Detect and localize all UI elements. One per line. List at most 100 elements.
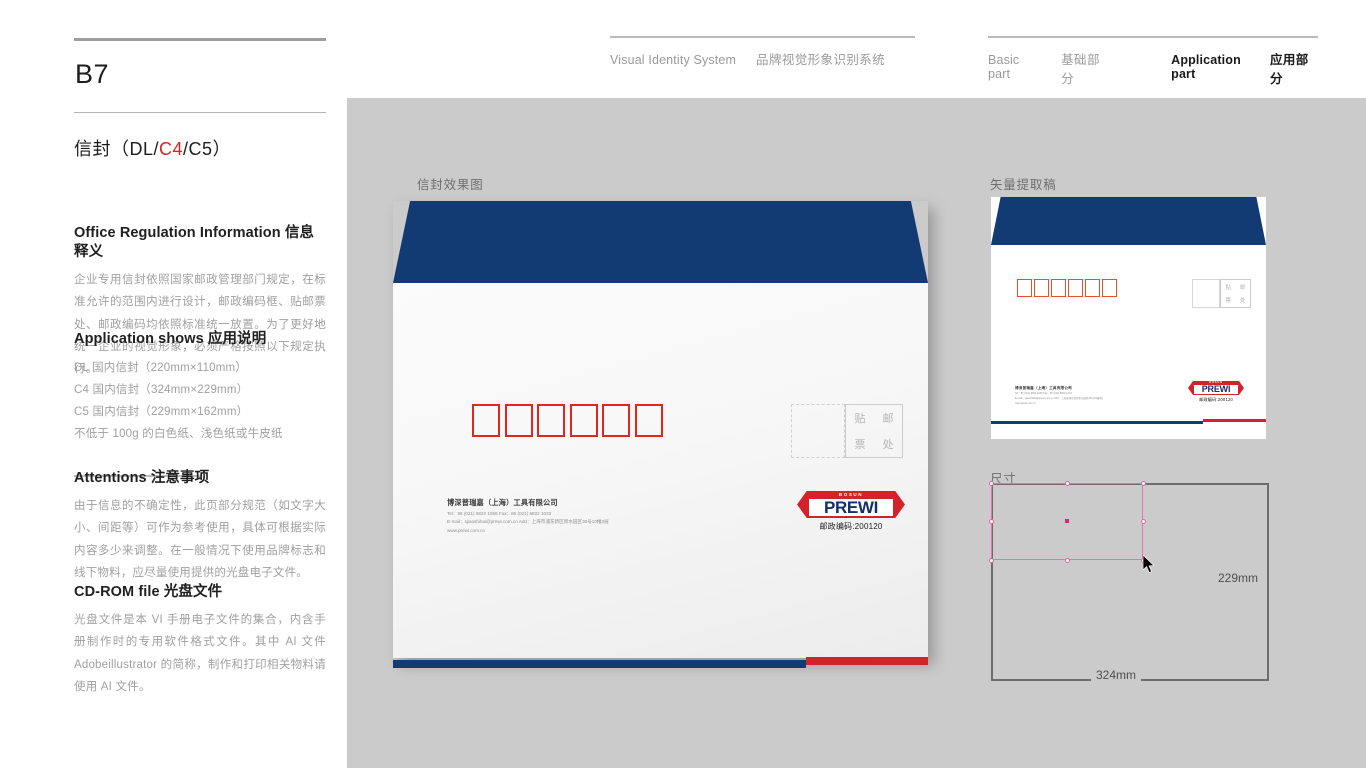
list-item: C4 国内信封（324mm×229mm） [74, 383, 249, 396]
postal-code-box [569, 404, 598, 437]
section-heading-en: Attentions [74, 470, 151, 486]
envelope-vector: 贴 邮 票 处 博深普瑞嘉（上海）工具有限公司 Tel：86 (021) 682… [991, 197, 1266, 439]
postal-code-box [1034, 279, 1049, 297]
postal-code-box [1051, 279, 1066, 297]
header-basic-cn[interactable]: 基础部分 [1061, 49, 1109, 87]
section-body: 光盘文件是本 VI 手册电子文件的集合，内含手册制作时的专用软件格式文件。其中 … [74, 613, 326, 694]
anchor-handle[interactable] [1064, 557, 1070, 563]
anchor-handle[interactable] [1064, 480, 1070, 486]
page-title: 信封（DL/C4/C5） [74, 135, 326, 161]
stamp-label-box: 贴 邮 票 处 [1220, 279, 1251, 308]
corp-email: E-mail：sjiaoshihai@prewi.com.cn Add：上海市浦… [1015, 396, 1103, 400]
brand-logo: BOSUN PREWI 邮政编码:200120 [797, 491, 905, 532]
stamp-char: 处 [1239, 298, 1246, 305]
stamp-char: 贴 [1225, 284, 1231, 291]
header-app-en[interactable]: Application part [1171, 53, 1262, 81]
section-heading-en: Office Regulation Information [74, 225, 285, 241]
postal-code-box [602, 404, 630, 437]
postal-code-box [634, 404, 663, 437]
logo-arrow-shape: BOSUN PREWI [1188, 381, 1244, 395]
postal-code-box [1102, 279, 1117, 297]
envelope-flap [991, 197, 1266, 245]
stamp-char: 票 [1225, 298, 1231, 305]
section-heading-en: Application shows [74, 331, 208, 347]
anchor-handle[interactable] [988, 557, 994, 563]
postal-code-box [1085, 279, 1100, 297]
section-application-shows: Application shows 应用说明 DL 国内信封（220mm×110… [74, 330, 326, 445]
center-point [1065, 519, 1069, 523]
postal-code-boxes [472, 404, 667, 437]
zip-label: 邮政编码:200120 [819, 522, 883, 531]
section-heading-cn: 应用说明 [207, 331, 267, 347]
section-heading: Office Regulation Information 信息释义 [74, 224, 326, 262]
page-title-pre: 信封（DL/ [74, 139, 160, 159]
section-cdrom-file: CD-ROM file 光盘文件 光盘文件是本 VI 手册电子文件的集合，内含手… [74, 583, 326, 699]
section-attentions: Attentions 注意事项 由于信息的不确定性，此页部分规范（如文字大小、间… [74, 469, 326, 585]
envelope-mockup: 贴 邮 票 处 博深普瑞嘉（上海）工具有限公司 Tel：86 (021) 682… [393, 201, 928, 668]
mouse-cursor-icon [1142, 554, 1156, 574]
stamp-char: 票 [854, 439, 866, 451]
corp-email: E-mail：sjiaoshihai@prewi.com.cn Add：上海市浦… [447, 519, 609, 525]
envelope-flap [393, 201, 928, 283]
anchor-handle[interactable] [988, 480, 994, 486]
corp-web: www.prewi.com.cn [447, 527, 486, 533]
label-vector: 矢量提取稿 [990, 178, 1057, 192]
corporate-info: 博深普瑞嘉（上海）工具有限公司 Tel：86 (021) 6822 1059 F… [1015, 386, 1103, 406]
section-heading: Application shows 应用说明 [74, 330, 326, 349]
postal-code-box [504, 404, 533, 437]
bottom-stripe [991, 419, 1266, 425]
left-info-column: B7 信封（DL/C4/C5） Office Regulation Inform… [74, 38, 326, 693]
stamp-char: 邮 [1239, 284, 1246, 291]
stripe-red [1203, 419, 1266, 422]
zip-label: 邮政编码:200120 [1198, 397, 1234, 402]
stripe-red [806, 657, 928, 665]
logo-prewi-text: PREWI [809, 498, 893, 516]
logo-arrow-shape: BOSUN PREWI [797, 491, 905, 518]
postal-code-box [1068, 279, 1083, 297]
corp-name: 博深普瑞嘉（上海）工具有限公司 [1015, 386, 1072, 390]
list-item: C5 国内信封（229mm×162mm） [74, 406, 249, 418]
envelope-body: 贴 邮 票 处 博深普瑞嘉（上海）工具有限公司 Tel：86 (021) 682… [393, 283, 928, 668]
diagram-edge-right [1267, 483, 1269, 681]
header-basic-en[interactable]: Basic part [988, 53, 1041, 81]
anchor-handle[interactable] [1140, 518, 1146, 524]
header-vis-en: Visual Identity System [610, 53, 737, 67]
top-divider [74, 38, 326, 41]
corp-name: 博深普瑞嘉（上海）工具有限公司 [447, 498, 558, 507]
section-heading-cn: 注意事项 [150, 470, 210, 486]
stripe-blue [991, 421, 1203, 424]
section-heading-en: CD-ROM file [74, 584, 164, 600]
size-diagram: 229mm 324mm [988, 480, 1269, 683]
header-group-parts: Basic part 基础部分 Application part 应用部分 [988, 36, 1318, 87]
logo-prewi-text: PREWI [1194, 385, 1238, 395]
dimension-height-label: 229mm [1213, 571, 1264, 585]
postal-code-box [472, 404, 500, 437]
preview-stage: 信封效果图 矢量提取稿 尺寸 贴 邮 票 处 博深普瑞嘉（上海）工具有限公司 T… [347, 98, 1366, 768]
list-item: 不低于 100g 的白色纸、浅色纸或牛皮纸 [74, 428, 283, 441]
postal-code-box [1017, 279, 1032, 297]
anchor-handle[interactable] [988, 518, 994, 524]
section-heading-cn: 光盘文件 [163, 584, 223, 600]
page-title-highlight: C4 [159, 139, 184, 159]
corporate-info: 博深普瑞嘉（上海）工具有限公司 Tel：86 (021) 6822 1059 F… [447, 498, 609, 535]
page-title-post: /C5） [183, 139, 232, 159]
header-app-cn[interactable]: 应用部分 [1270, 49, 1318, 87]
section-body: 由于信息的不确定性，此页部分规范（如文字大小、间距等）可作为参考使用，具体可根据… [74, 499, 326, 580]
stamp-area: 贴 邮 票 处 [791, 404, 903, 458]
dimension-width-label: 324mm [1091, 668, 1142, 682]
postal-code-box [537, 404, 565, 437]
bottom-stripe [393, 657, 928, 668]
stamp-dashed-box [1192, 279, 1220, 308]
anchor-handle[interactable] [1140, 480, 1146, 486]
page-code: B7 [75, 58, 110, 89]
brand-logo: BOSUN PREWI 邮政编码:200120 [1188, 381, 1244, 403]
stamp-char: 贴 [854, 413, 866, 425]
mid-divider [74, 111, 326, 113]
stamp-char: 邮 [882, 413, 894, 425]
postal-code-boxes [1017, 279, 1119, 297]
spec-list: DL 国内信封（220mm×110mm） C4 国内信封（324mm×229mm… [74, 357, 326, 445]
list-item: DL 国内信封（220mm×110mm） [74, 361, 248, 374]
section-heading: Attentions 注意事项 [74, 469, 326, 488]
header-vis-cn: 品牌视觉形象识别系统 [756, 53, 886, 67]
stamp-dashed-box [791, 404, 845, 458]
